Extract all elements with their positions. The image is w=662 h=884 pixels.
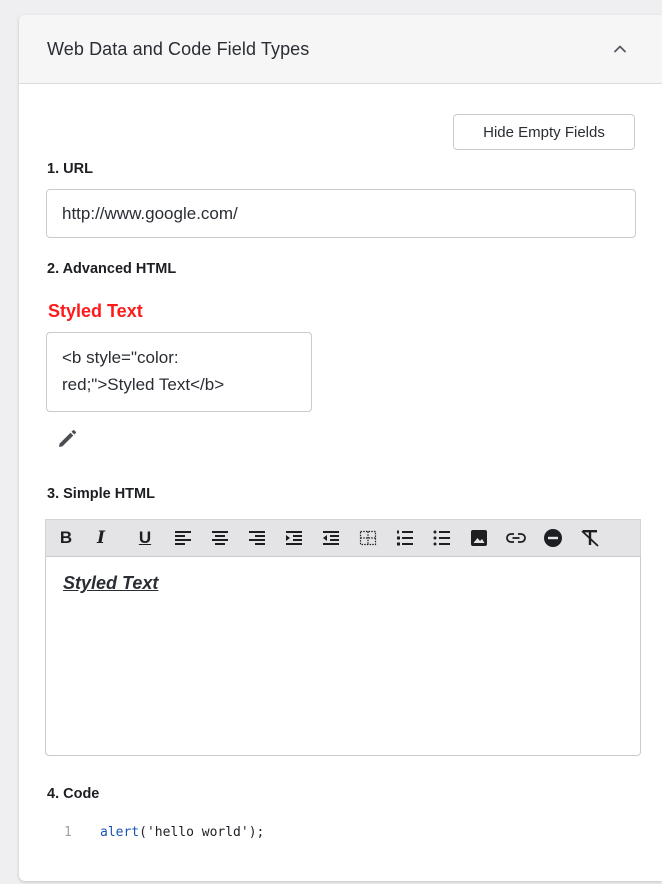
hide-empty-fields-button[interactable]: Hide Empty Fields	[453, 114, 635, 150]
code-line: alert('hello world');	[100, 825, 264, 840]
underline-button[interactable]: U	[132, 524, 158, 552]
chevron-up-icon[interactable]	[608, 37, 632, 61]
code-paren: (	[139, 825, 147, 840]
bold-button[interactable]: B	[53, 524, 79, 552]
url-field-label: 1. URL	[47, 161, 93, 177]
table-icon[interactable]	[355, 524, 381, 552]
clear-format-icon[interactable]	[577, 524, 603, 552]
unordered-list-icon[interactable]	[429, 524, 455, 552]
code-string: 'hello world'	[146, 825, 249, 840]
editor-content: Styled Text	[63, 573, 159, 593]
outdent-icon[interactable]	[318, 524, 344, 552]
link-icon[interactable]	[503, 524, 529, 552]
image-icon[interactable]	[466, 524, 492, 552]
line-number: 1	[64, 825, 72, 840]
simple-html-label: 3. Simple HTML	[47, 486, 155, 502]
align-right-icon[interactable]	[244, 524, 270, 552]
advanced-html-label: 2. Advanced HTML	[47, 261, 177, 277]
advanced-html-preview: Styled Text	[48, 301, 143, 321]
panel-header[interactable]: Web Data and Code Field Types	[19, 15, 662, 84]
source-line: <b style="color:	[62, 348, 179, 367]
pencil-icon[interactable]	[56, 428, 78, 450]
advanced-html-source: <b style="color: red;">Styled Text</b>	[46, 332, 312, 412]
align-left-icon[interactable]	[170, 524, 196, 552]
rich-text-toolbar: B I U	[45, 519, 641, 556]
source-line: red;">Styled Text</b>	[62, 375, 225, 394]
code-function: alert	[100, 825, 140, 840]
panel-title: Web Data and Code Field Types	[47, 39, 310, 59]
simple-html-editor[interactable]: Styled Text	[45, 556, 641, 756]
url-value: http://www.google.com/	[62, 203, 238, 223]
code-close: );	[248, 825, 265, 840]
italic-button[interactable]: I	[88, 524, 114, 552]
field-panel: Web Data and Code Field Types Hide Empty…	[19, 15, 662, 881]
url-field[interactable]: http://www.google.com/	[46, 189, 636, 238]
horizontal-rule-icon[interactable]	[540, 524, 566, 552]
indent-icon[interactable]	[281, 524, 307, 552]
align-center-icon[interactable]	[207, 524, 233, 552]
ordered-list-icon[interactable]	[392, 524, 418, 552]
code-field-label: 4. Code	[47, 786, 100, 802]
